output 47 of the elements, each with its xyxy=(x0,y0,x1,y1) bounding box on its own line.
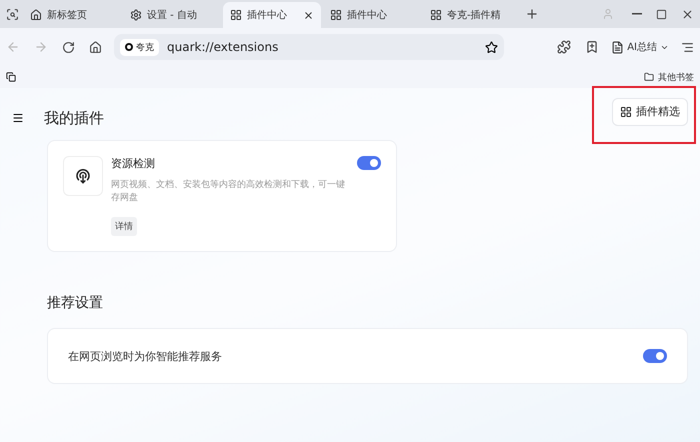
toggle-switch[interactable] xyxy=(643,349,667,363)
toggle-switch[interactable] xyxy=(357,156,381,170)
setting-label: 在网页浏览时为你智能推荐服务 xyxy=(68,348,222,364)
star-icon[interactable] xyxy=(485,40,498,54)
site-badge: 夸克 xyxy=(120,38,159,56)
tab-copy-icon[interactable] xyxy=(6,72,16,82)
browser-tab[interactable]: 新标签页 xyxy=(23,2,121,28)
grid-icon xyxy=(230,9,242,21)
user-icon xyxy=(602,8,614,20)
grid-icon xyxy=(620,106,632,118)
ai-summary-button[interactable]: AI总结 xyxy=(611,40,669,54)
puzzle-icon xyxy=(557,40,572,54)
minimize-button[interactable] xyxy=(630,11,644,17)
maximize-icon xyxy=(656,8,667,20)
section-title: 推荐设置 xyxy=(47,294,104,312)
settings-icon xyxy=(130,9,142,21)
home-icon xyxy=(30,9,42,21)
close-icon xyxy=(681,8,694,20)
close-icon[interactable] xyxy=(303,10,314,20)
featured-plugins-button[interactable]: 插件精选 xyxy=(612,98,688,126)
bookmark-folder[interactable]: 其他书签 xyxy=(644,70,694,84)
browser-tab[interactable]: 设置 - 自动 xyxy=(123,2,221,28)
extension-description: 网页视频、文档、安装包等内容的高效检测和下载，可一键存网盘 xyxy=(111,179,346,205)
minimize-icon xyxy=(632,13,642,15)
home-icon xyxy=(89,40,102,54)
search-icon xyxy=(6,8,19,20)
bookmark-icon xyxy=(585,40,600,54)
url-text: quark://extensions xyxy=(167,40,280,54)
details-button[interactable]: 详情 xyxy=(111,217,137,236)
reload-icon xyxy=(62,40,75,54)
plus-icon xyxy=(525,7,539,21)
extensions-button[interactable] xyxy=(555,38,574,56)
forward-arrow-icon xyxy=(34,40,48,54)
page-title: 我的插件 xyxy=(44,108,104,128)
menu-icon[interactable] xyxy=(12,112,24,124)
antenna-icon xyxy=(74,167,92,185)
extension-name: 资源检测 xyxy=(111,156,156,171)
grid-icon xyxy=(330,9,342,21)
document-icon xyxy=(611,40,624,54)
browser-tab[interactable]: 插件中心 xyxy=(223,2,321,28)
menu-icon xyxy=(681,40,694,54)
address-bar[interactable]: 夸克 quark://extensions xyxy=(114,34,504,60)
browser-tab[interactable]: 夸克-插件精 xyxy=(423,2,521,28)
home-button[interactable] xyxy=(87,38,104,56)
folder-icon xyxy=(644,72,654,82)
grid-icon xyxy=(430,9,442,21)
browser-tab[interactable]: 插件中心 xyxy=(323,2,421,28)
